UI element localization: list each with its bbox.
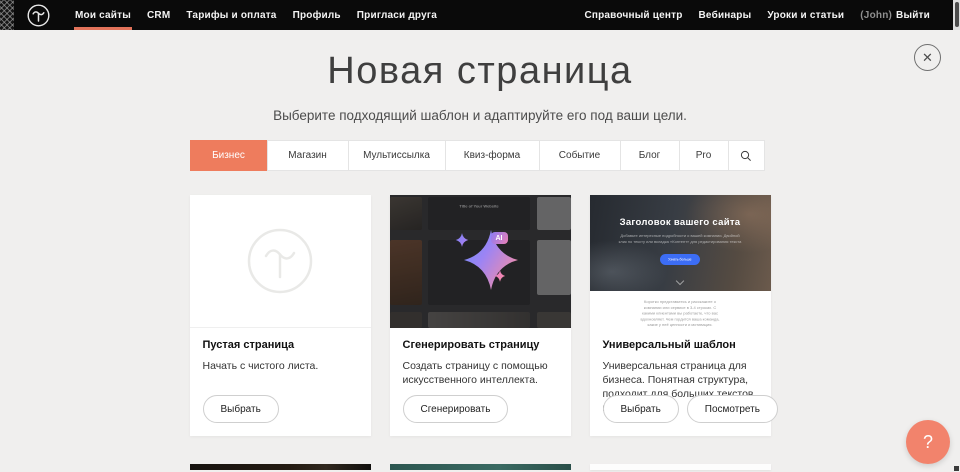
tab-quiz-form[interactable]: Квиз-форма [445,140,540,171]
card-body: Пустая страница Начать с чистого листа. [190,328,371,373]
help-question-icon: ? [923,432,933,453]
card-buttons: Выбрать Посмотреть [603,395,778,423]
nav-lessons-label: Уроки и статьи [767,10,844,21]
tilda-watermark-icon [245,226,315,296]
next-template-row [190,464,771,470]
nav-invite-friend-label: Пригласи друга [357,10,437,21]
template-preview-heading: Заголовок вашего сайта [590,195,771,228]
card-title: Сгенерировать страницу [403,339,558,351]
scrollbar-thumb[interactable] [955,2,959,27]
card-ai-generate[interactable]: Title of Your Website [390,195,571,436]
tab-event[interactable]: Событие [539,140,621,171]
nav-pricing-label: Тарифы и оплата [186,10,276,21]
page-subtitle: Выберите подходящий шаблон и адаптируйте… [0,108,960,123]
nav-webinars-label: Вебинары [699,10,752,21]
tab-pro[interactable]: Pro [679,140,729,171]
tab-pro-label: Pro [696,150,712,161]
template-preview-cta-label: Узнать больше [668,258,691,262]
template-cover-photo: Заголовок вашего сайта Добавьте интересн… [590,195,771,291]
close-icon: ✕ [922,51,933,64]
card-description: Создать страницу с помощью искусственног… [403,359,555,387]
nav-my-sites[interactable]: Мои сайты [67,0,139,30]
card-title: Универсальный шаблон [603,339,758,351]
card-blank-page[interactable]: Пустая страница Начать с чистого листа. … [190,195,371,436]
tab-multilink-label: Мультиссылка [363,150,430,161]
generate-button[interactable]: Сгенерировать [403,395,509,423]
tab-shop[interactable]: Магазин [267,140,349,171]
template-preview-subheading: Добавьте интересные подробности о вашей … [590,233,771,256]
page-scrollbar[interactable] [953,0,960,30]
top-navigation-bar: Мои сайты CRM Тарифы и оплата Профиль Пр… [0,0,960,30]
universal-template-thumbnail: Заголовок вашего сайта Добавьте интересн… [590,195,771,328]
card-universal-template[interactable]: Заголовок вашего сайта Добавьте интересн… [590,195,771,436]
scrollbar-corner-mark [954,466,959,471]
logout-link: Выйти [896,10,930,21]
tilda-logo-icon [27,4,50,27]
tab-blog-label: Блог [639,150,661,161]
edge-pattern-decoration [0,0,14,30]
tab-quiz-form-label: Квиз-форма [464,150,520,161]
tab-blog[interactable]: Блог [620,140,680,171]
nav-help-center[interactable]: Справочный центр [576,0,690,30]
template-card-partial[interactable] [590,464,771,470]
close-button[interactable]: ✕ [914,44,941,71]
tilda-logo[interactable] [27,4,50,27]
ai-badge: AI [491,232,508,244]
preview-template-button[interactable]: Посмотреть [687,395,778,423]
tab-search[interactable] [728,140,765,171]
blank-page-thumbnail [190,195,371,328]
template-preview-cta-button: Узнать больше [660,254,700,265]
nav-profile-label: Профиль [293,10,341,21]
nav-account-logout[interactable]: (John) Выйти [852,0,938,30]
nav-pricing[interactable]: Тарифы и оплата [178,0,284,30]
card-buttons: Сгенерировать [403,395,509,423]
choose-template-button[interactable]: Выбрать [603,395,679,423]
template-preview-subheading-text: Добавьте интересные подробности о вашей … [590,233,771,245]
choose-blank-button[interactable]: Выбрать [203,395,279,423]
nav-lessons[interactable]: Уроки и статьи [759,0,852,30]
tab-business-label: Бизнес [212,150,245,161]
new-page-dialog: ✕ Новая страница Выберите подходящий шаб… [0,30,960,472]
card-buttons: Выбрать [203,395,279,423]
nav-invite-friend[interactable]: Пригласи друга [349,0,445,30]
account-name: (John) [860,10,892,21]
nav-crm-label: CRM [147,10,170,21]
nav-crm[interactable]: CRM [139,0,178,30]
nav-help-center-label: Справочный центр [584,10,682,21]
main-nav: Мои сайты CRM Тарифы и оплата Профиль Пр… [67,0,445,30]
template-category-tabs: Бизнес Магазин Мультиссылка Квиз-форма С… [190,140,771,171]
template-card-partial[interactable] [390,464,571,470]
nav-webinars[interactable]: Вебинары [691,0,760,30]
tab-multilink[interactable]: Мультиссылка [348,140,446,171]
tab-event-label: Событие [559,150,600,161]
help-button[interactable]: ? [906,420,950,464]
card-title: Пустая страница [203,339,358,351]
chevron-down-icon [676,277,684,285]
template-preview-body-text: Коротко представьтесь и расскажите о ком… [590,299,771,328]
template-card-partial[interactable] [190,464,371,470]
card-body: Сгенерировать страницу Создать страницу … [390,328,571,387]
nav-profile[interactable]: Профиль [285,0,349,30]
ai-generate-thumbnail: Title of Your Website [390,195,571,328]
template-cards-row: Пустая страница Начать с чистого листа. … [190,195,771,436]
secondary-nav: Справочный центр Вебинары Уроки и статьи… [576,0,938,30]
template-preview-text-block: Коротко представьтесь и расскажите о ком… [590,291,771,328]
nav-my-sites-label: Мои сайты [75,10,131,21]
card-description: Начать с чистого листа. [203,359,355,373]
tab-shop-label: Магазин [288,150,327,161]
search-icon [740,150,752,162]
ai-sparkle-icon [390,195,571,328]
tab-business[interactable]: Бизнес [190,140,268,171]
page-title: Новая страница [0,30,960,93]
